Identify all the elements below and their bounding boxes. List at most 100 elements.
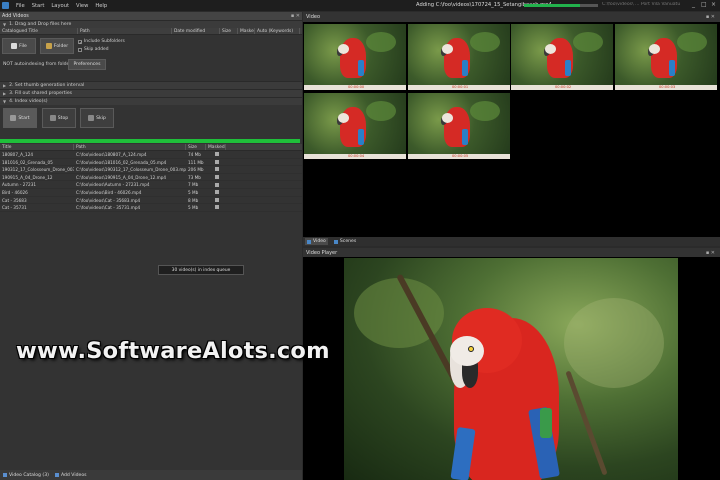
- tab-video-catalog[interactable]: Video Catalog (3): [3, 473, 49, 478]
- close-button[interactable]: ×: [711, 1, 716, 8]
- queue-tooltip: 30 video(s) in index queue: [158, 265, 244, 275]
- collapse-triangle-icon: ▼: [3, 99, 7, 104]
- row-masked-checkbox[interactable]: [206, 181, 226, 188]
- minimize-button[interactable]: _: [692, 1, 695, 8]
- indexing-status-faded: C:\foo\videos\ ... Port Vila Vanuatu: [602, 2, 681, 7]
- menu-start[interactable]: Start: [32, 3, 45, 9]
- row-masked-checkbox[interactable]: [206, 174, 226, 181]
- menu-view[interactable]: View: [76, 3, 88, 9]
- row-masked-checkbox[interactable]: [206, 189, 226, 196]
- section-drag-drop-label: 1. Drag and Drop files here: [9, 22, 72, 27]
- tab-add-videos[interactable]: Add Videos: [54, 472, 87, 478]
- row-masked-checkbox[interactable]: [206, 166, 226, 173]
- thumbnail-timecode: 00:00:00: [348, 85, 365, 89]
- col-path[interactable]: Path: [74, 144, 186, 150]
- table-row[interactable]: 190915_A_04_Drone_12 C:\foo\videos\190915…: [0, 174, 302, 182]
- panel-pin-icon[interactable]: ▪ ✕: [706, 250, 717, 256]
- checkbox-icon: [215, 190, 219, 195]
- checkbox-icon: [215, 159, 219, 164]
- col-masked[interactable]: Masked: [238, 28, 255, 34]
- add-videos-header: Add Videos ▪ ✕: [0, 12, 302, 20]
- thumbnail-timecode: 00:00:03: [659, 85, 676, 89]
- maximize-button[interactable]: □: [701, 1, 707, 8]
- table-row[interactable]: Bird - 46026 C:\foo\videos\Bird - 46026.m…: [0, 189, 302, 197]
- scenes-icon: [333, 239, 338, 244]
- expand-triangle-icon: ▶: [3, 91, 7, 96]
- video-thumbnail[interactable]: 00:00:01: [408, 24, 510, 90]
- video-panel-title: Video: [306, 14, 321, 20]
- indexing-progress-fill: [524, 4, 580, 7]
- video-thumbnail[interactable]: 00:00:02: [511, 24, 613, 90]
- table-row[interactable]: Cat - 35683 C:\foo\videos\Cat - 35683.mp4…: [0, 197, 302, 205]
- row-path: C:\foo\videos\190915_A_04_Drone_12.mp4: [76, 174, 167, 180]
- col-title[interactable]: Title: [0, 144, 74, 150]
- skip-added-label: Skip added: [84, 47, 109, 52]
- add-file-label: File: [19, 43, 27, 49]
- row-masked-checkbox[interactable]: [206, 204, 226, 211]
- row-title: 190312_17_Colosseum_Drone_003: [2, 167, 74, 173]
- skip-added-checkbox[interactable]: Skip added: [78, 47, 109, 52]
- table-row[interactable]: 181016_02_Grenada_05 C:\foo\videos\181016…: [0, 159, 302, 167]
- col-size[interactable]: Size: [220, 28, 238, 34]
- video-thumbnail[interactable]: 00:00:04: [304, 93, 406, 159]
- unchecked-icon: [78, 47, 82, 52]
- col-auto-keywords[interactable]: Auto (Keywords): [255, 28, 300, 34]
- table-row[interactable]: 180807_A_124 C:\foo\videos\180807_A_124.m…: [0, 151, 302, 159]
- tab-video[interactable]: Video: [305, 238, 328, 245]
- table-row[interactable]: Cat - 35731 C:\foo\videos\Cat - 35731.mp4…: [0, 204, 302, 212]
- watermark-text: www.SoftwareAlots.com: [16, 338, 330, 364]
- include-subfolders-checkbox[interactable]: ✓ Include Subfolders: [78, 39, 125, 44]
- video-thumbnail[interactable]: 00:00:00: [304, 24, 406, 90]
- menu-file[interactable]: File: [16, 3, 25, 9]
- table-row[interactable]: 190312_17_Colosseum_Drone_003 C:\foo\vide…: [0, 166, 302, 174]
- collapse-triangle-icon: ▼: [3, 22, 7, 27]
- row-size: 74 Mb: [188, 152, 201, 157]
- preferences-button[interactable]: Preferences: [68, 59, 106, 70]
- add-folder-label: Folder: [53, 43, 69, 49]
- row-path: C:\foo\videos\Cat - 35683.mp4: [76, 197, 141, 203]
- video-thumbnail[interactable]: 00:00:05: [408, 93, 510, 159]
- section-index-videos[interactable]: ▼ 4. Index video(s): [0, 97, 302, 105]
- row-size: 5 Mb: [188, 205, 199, 211]
- add-file-button[interactable]: File: [2, 38, 36, 54]
- table-row[interactable]: Autumn - 27231 C:\foo\videos\Autumn - 272…: [0, 181, 302, 189]
- panel-pin-icon[interactable]: ▪ ✕: [291, 13, 302, 19]
- row-path: C:\foo\videos\181016_02_Grenada_05.mp4: [76, 159, 167, 165]
- video-thumbnail[interactable]: 00:00:03: [615, 24, 717, 90]
- add-videos-panel: Add Videos ▪ ✕ ▼ 1. Drag and Drop files …: [0, 12, 302, 480]
- col-path[interactable]: Path: [78, 28, 172, 34]
- row-masked-checkbox[interactable]: [206, 151, 226, 158]
- section-drag-drop[interactable]: ▼ 1. Drag and Drop files here: [0, 20, 302, 28]
- row-size: 111 Mb: [188, 159, 204, 165]
- col-size[interactable]: Size: [186, 144, 206, 150]
- add-icon: [54, 473, 59, 477]
- indexing-progress-bar: [524, 4, 598, 7]
- menu-layout[interactable]: Layout: [51, 3, 69, 9]
- tab-add-videos-label: Add Videos: [60, 472, 87, 478]
- section-shared-label: 3. Fill out shared properties: [9, 91, 73, 96]
- col-date-modified[interactable]: Date modified: [172, 28, 220, 34]
- skip-button[interactable]: Skip: [80, 108, 114, 128]
- thumbnail-timecode: 00:00:04: [348, 154, 365, 158]
- row-title: 181016_02_Grenada_05: [2, 159, 53, 165]
- col-masked[interactable]: Masked: [206, 144, 226, 150]
- menu-help[interactable]: Help: [95, 3, 107, 9]
- video-frame[interactable]: [344, 258, 678, 480]
- section-thumb-interval[interactable]: ▶ 2. Set thumb generation interval: [0, 81, 302, 89]
- thumbnail-timecode: 00:00:01: [452, 85, 469, 89]
- tab-scenes[interactable]: Scenes: [332, 238, 358, 245]
- file-icon: [11, 43, 18, 49]
- start-button[interactable]: Start: [3, 108, 37, 128]
- stop-button[interactable]: Stop: [42, 108, 76, 128]
- stop-label: Stop: [57, 115, 69, 121]
- video-icon: [307, 239, 311, 244]
- row-masked-checkbox[interactable]: [206, 159, 226, 166]
- skip-icon: [88, 115, 95, 121]
- section-shared-properties[interactable]: ▶ 3. Fill out shared properties: [0, 89, 302, 97]
- row-title: Bird - 46026: [2, 189, 28, 195]
- add-folder-button[interactable]: Folder: [40, 38, 74, 54]
- index-queue-table: Title Path Size Masked 180807_A_124 C:\fo…: [0, 144, 302, 232]
- panel-pin-icon[interactable]: ▪ ✕: [706, 14, 717, 20]
- col-catalogued-title[interactable]: Catalogued Title: [0, 28, 78, 34]
- row-masked-checkbox[interactable]: [206, 197, 226, 204]
